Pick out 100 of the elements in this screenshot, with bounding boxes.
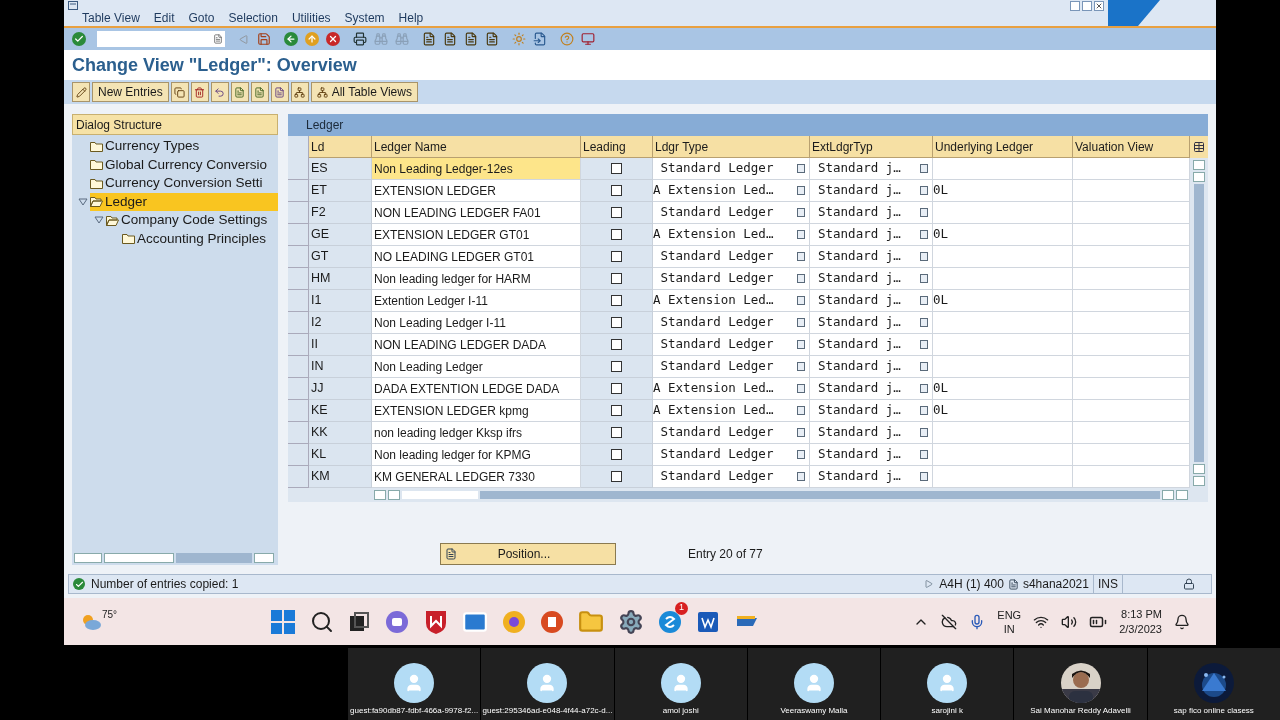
checkbox[interactable]: [611, 383, 622, 394]
table-cell[interactable]: [1073, 180, 1190, 202]
table-cell[interactable]: [1073, 290, 1190, 312]
dropdown-icon[interactable]: [920, 252, 928, 261]
back-icon[interactable]: [282, 30, 300, 48]
table-cell[interactable]: Non Leading Ledger I-11: [372, 312, 581, 334]
dropdown-field[interactable]: A Extension Led…: [653, 400, 810, 422]
settings-icon[interactable]: [618, 608, 644, 635]
save-icon[interactable]: [255, 30, 273, 48]
dropdown-field[interactable]: Standard j…: [810, 224, 933, 246]
dropdown-icon[interactable]: [797, 362, 805, 371]
search-icon[interactable]: [310, 609, 334, 634]
table-cell[interactable]: 0L: [933, 400, 1073, 422]
dropdown-field[interactable]: Standard Ledger: [653, 268, 810, 290]
table-cell[interactable]: [933, 466, 1073, 488]
dropdown-field[interactable]: Standard Ledger: [653, 158, 810, 180]
table-cell[interactable]: 0L: [933, 290, 1073, 312]
dropdown-icon[interactable]: [797, 274, 805, 283]
table-cell[interactable]: [933, 356, 1073, 378]
dropdown-field[interactable]: Standard j…: [810, 158, 933, 180]
dropdown-icon[interactable]: [920, 186, 928, 195]
region-indicator[interactable]: IN: [1003, 621, 1015, 636]
table-cell[interactable]: 0L: [933, 180, 1073, 202]
table-cell[interactable]: [933, 158, 1073, 180]
checkbox[interactable]: [611, 449, 622, 460]
maximize-button[interactable]: [1082, 1, 1092, 11]
position-button[interactable]: Position...: [440, 543, 616, 565]
dropdown-field[interactable]: Standard j…: [810, 466, 933, 488]
layout-icon[interactable]: [579, 30, 597, 48]
expand-triangle-icon[interactable]: [78, 197, 88, 206]
table-cell[interactable]: [933, 422, 1073, 444]
table-cell[interactable]: [1073, 158, 1190, 180]
start-icon[interactable]: [270, 608, 296, 635]
dropdown-icon[interactable]: [797, 208, 805, 217]
dropdown-field[interactable]: Standard j…: [810, 378, 933, 400]
table-cell[interactable]: EXTENSION LEDGER GT01: [372, 224, 581, 246]
menu-item[interactable]: Help: [398, 9, 424, 27]
table-cell[interactable]: KM GENERAL LEDGER 7330: [372, 466, 581, 488]
column-settings-icon[interactable]: [1193, 141, 1205, 153]
checkbox[interactable]: [611, 339, 622, 350]
dropdown-icon[interactable]: [797, 296, 805, 305]
all-table-views-button[interactable]: All Table Views: [310, 82, 418, 102]
dropdown-icon[interactable]: [797, 406, 805, 415]
table-cell[interactable]: 0L: [933, 224, 1073, 246]
dropdown-field[interactable]: Standard Ledger: [653, 422, 810, 444]
shield-icon[interactable]: [424, 608, 448, 635]
table-cell[interactable]: [1073, 378, 1190, 400]
table-cell[interactable]: [1073, 356, 1190, 378]
browser-icon[interactable]: [502, 609, 526, 634]
dropdown-field[interactable]: Standard Ledger: [653, 312, 810, 334]
checkbox[interactable]: [611, 163, 622, 174]
history-icon[interactable]: [213, 34, 223, 44]
column-header[interactable]: Underlying Ledger: [933, 136, 1073, 158]
table-cell[interactable]: NON LEADING LEDGER DADA: [372, 334, 581, 356]
table-cell[interactable]: [933, 268, 1073, 290]
copy-button[interactable]: [170, 82, 189, 102]
tree-item[interactable]: Global Currency Conversio: [90, 155, 278, 174]
checkbox[interactable]: [611, 317, 622, 328]
dropdown-icon[interactable]: [920, 318, 928, 327]
document-icon[interactable]: [1007, 578, 1019, 590]
dropdown-icon[interactable]: [920, 296, 928, 305]
dropdown-field[interactable]: A Extension Led…: [653, 180, 810, 202]
tree-item[interactable]: Company Code Settings: [106, 211, 278, 230]
command-field[interactable]: [97, 31, 225, 47]
new-entries-button[interactable]: New Entries: [92, 82, 169, 102]
dropdown-icon[interactable]: [920, 274, 928, 283]
tree-item[interactable]: Ledger: [90, 192, 278, 211]
dropdown-field[interactable]: Standard j…: [810, 202, 933, 224]
table-cell[interactable]: [1073, 444, 1190, 466]
dropdown-icon[interactable]: [920, 384, 928, 393]
dropdown-icon[interactable]: [920, 472, 928, 481]
checkbox[interactable]: [611, 427, 622, 438]
table-cell[interactable]: Non leading ledger for HARM: [372, 268, 581, 290]
notification-icon[interactable]: [1174, 613, 1190, 630]
dropdown-field[interactable]: Standard j…: [810, 334, 933, 356]
table-cell[interactable]: Non Leading Ledger-12es: [372, 158, 581, 180]
menu-item[interactable]: Selection: [228, 9, 278, 27]
task-view-icon[interactable]: [348, 610, 370, 633]
clock-date[interactable]: 2/3/2023: [1119, 621, 1162, 637]
dropdown-field[interactable]: A Extension Led…: [653, 290, 810, 312]
dropdown-icon[interactable]: [920, 340, 928, 349]
dropdown-icon[interactable]: [797, 340, 805, 349]
lock-icon[interactable]: [1183, 578, 1195, 590]
language-indicator[interactable]: ENG: [997, 607, 1022, 622]
dropdown-field[interactable]: Standard j…: [810, 180, 933, 202]
window-menu-icon[interactable]: [68, 0, 78, 10]
messenger-icon[interactable]: [658, 609, 682, 634]
menu-item[interactable]: Table View: [82, 9, 140, 27]
dropdown-field[interactable]: A Extension Led…: [653, 378, 810, 400]
table-cell[interactable]: [933, 444, 1073, 466]
table-cell[interactable]: DADA EXTENTION LEDGE DADA: [372, 378, 581, 400]
chat-icon[interactable]: [384, 609, 410, 634]
volume-icon[interactable]: [1061, 613, 1078, 630]
undo-button[interactable]: [210, 82, 229, 102]
dropdown-field[interactable]: Standard Ledger: [653, 466, 810, 488]
menu-item[interactable]: System: [344, 9, 385, 27]
table-cell[interactable]: [1073, 466, 1190, 488]
table-cell[interactable]: 0L: [933, 378, 1073, 400]
dropdown-icon[interactable]: [797, 428, 805, 437]
table-cell[interactable]: [1073, 246, 1190, 268]
